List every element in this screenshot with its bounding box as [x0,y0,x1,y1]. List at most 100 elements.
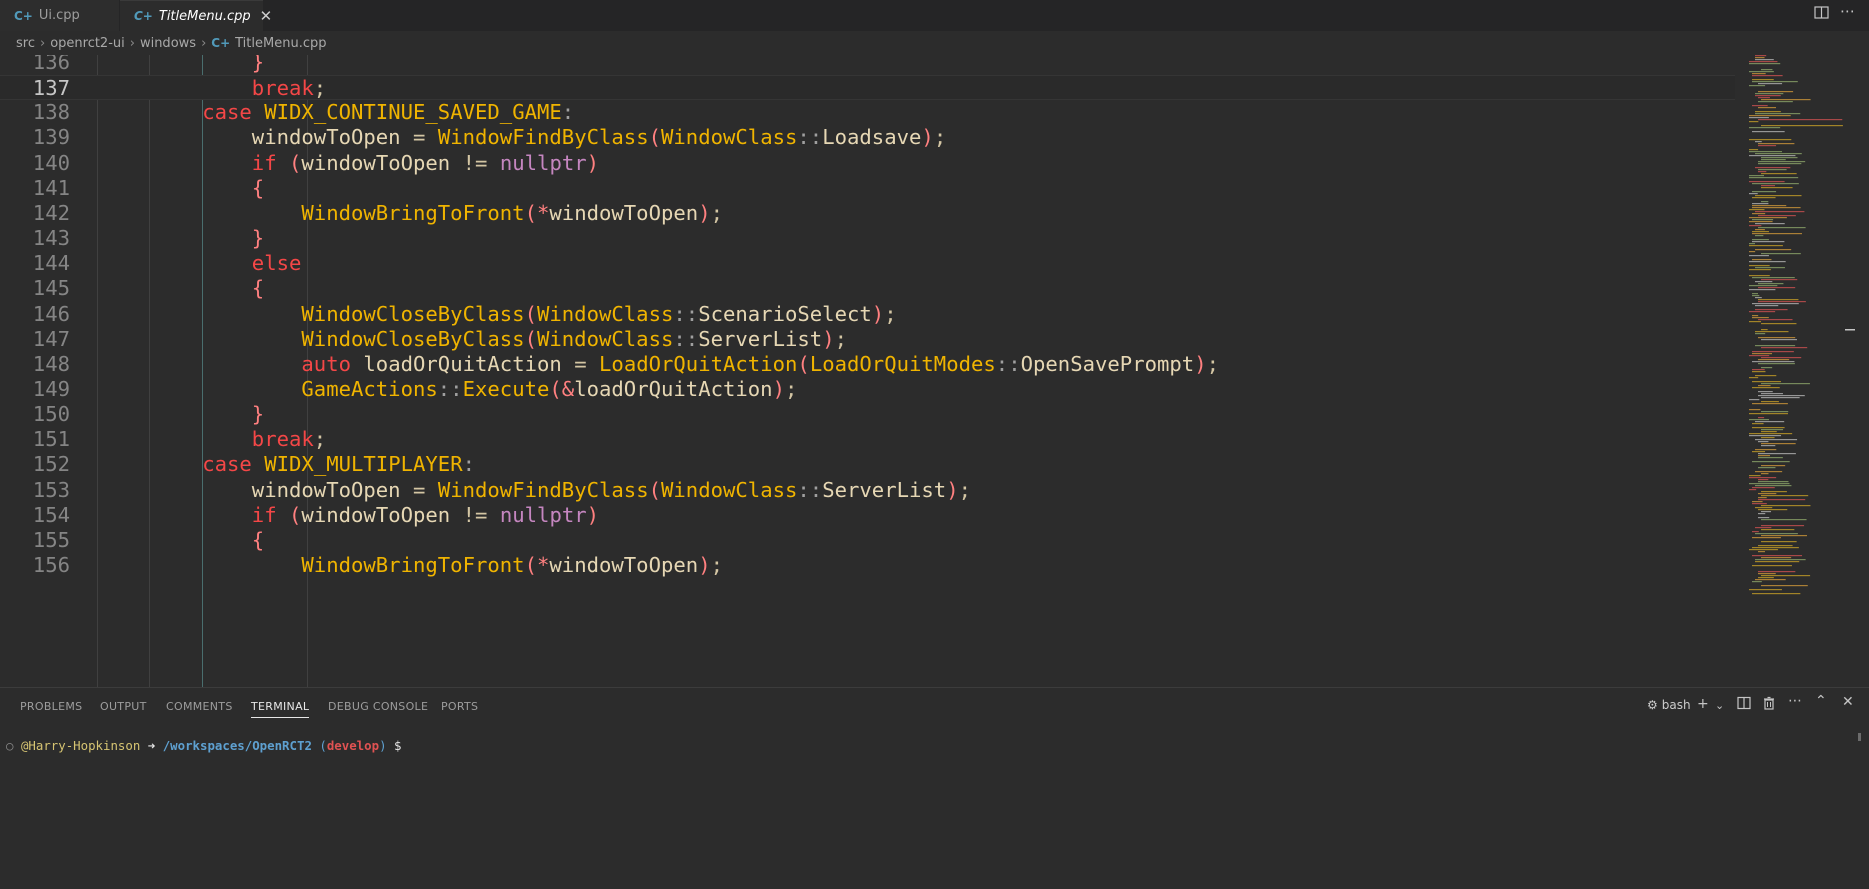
minimap-line [1761,491,1787,493]
line-code: GameActions::Execute(&loadOrQuitAction); [301,376,798,401]
split-terminal-icon[interactable] [1737,696,1751,714]
terminal-selector[interactable]: ⚙ bash [1647,698,1691,712]
minimap-line [1761,529,1795,531]
line-code: auto loadOrQuitAction = LoadOrQuitAction… [301,351,1220,376]
breadcrumb-windows[interactable]: windows [140,36,196,51]
minimap-line [1755,305,1779,307]
code-line[interactable]: 143 } [0,226,1735,251]
line-number[interactable]: 152 [0,452,70,477]
terminal-user: @Harry-Hopkinson [20,738,141,753]
code-line[interactable]: 137 break; [0,75,1735,101]
code-line[interactable]: 150 } [0,402,1735,427]
maximize-panel-icon[interactable]: ⌃ [1815,693,1827,709]
line-number[interactable]: 142 [0,201,70,226]
terminal-scrollbar[interactable] [1858,733,1861,741]
code-line[interactable]: 145 { [0,276,1735,301]
minimap-line [1755,507,1773,509]
line-number[interactable]: 149 [0,377,70,402]
minimap-line [1749,63,1781,65]
tab-comments[interactable]: COMMENTS [166,700,233,713]
code-line[interactable]: 152 case WIDX_MULTIPLAYER: [0,452,1735,477]
line-number[interactable]: 154 [0,503,70,528]
line-number[interactable]: 141 [0,176,70,201]
minimap-line [1749,151,1783,153]
minimap-line [1761,437,1775,439]
tab-ports[interactable]: PORTS [441,700,478,713]
code-line[interactable]: 154 if (windowToOpen != nullptr) [0,503,1735,528]
close-icon[interactable]: ✕ [260,7,273,25]
minimap-line [1752,131,1785,133]
code-line[interactable]: 151 break; [0,427,1735,452]
tab-titlemenu-cpp[interactable]: C+ TitleMenu.cpp ✕ [120,0,272,31]
code-line[interactable]: 144 else [0,251,1735,276]
tab-terminal[interactable]: TERMINAL [251,700,310,718]
minimap-line [1758,171,1767,173]
line-number[interactable]: 144 [0,251,70,276]
minimap-line [1749,355,1770,357]
minimap-line [1761,173,1797,175]
code-line[interactable]: 142 WindowBringToFront(*windowToOpen); [0,201,1735,226]
minimap-line [1758,467,1776,469]
tab-debug-console[interactable]: DEBUG CONSOLE [328,700,428,713]
code-editor[interactable]: 136 } 137 break; 138 case WIDX_CONTINUE_SA… [0,55,1869,687]
code-line[interactable]: 141 { [0,176,1735,201]
add-terminal-icon[interactable]: + [1697,696,1709,712]
close-icon[interactable]: ✕ [1842,694,1854,710]
code-line[interactable]: 136 } [0,55,1735,75]
line-number[interactable]: 138 [0,100,70,125]
code-line[interactable]: 138 case WIDX_CONTINUE_SAVED_GAME: [0,100,1735,125]
chevron-down-icon[interactable]: ⌄ [1715,699,1724,712]
line-number[interactable]: 139 [0,125,70,150]
code-line[interactable]: 156 WindowBringToFront(*windowToOpen); [0,553,1735,578]
minimap-line [1749,435,1782,437]
minimap-line [1761,393,1783,395]
line-code: case WIDX_MULTIPLAYER: [202,452,476,477]
line-number[interactable]: 147 [0,327,70,352]
cpp-file-icon: C+ [211,36,231,50]
minimap-line [1755,229,1765,231]
more-actions-icon[interactable]: ⋯ [1840,2,1855,20]
minimap-line [1755,485,1792,487]
minimap-line [1761,445,1776,447]
minimap-line [1755,223,1785,225]
line-number[interactable]: 156 [0,553,70,578]
minimap-line [1749,399,1760,401]
code-line[interactable]: 146 WindowCloseByClass(WindowClass::Scen… [0,302,1735,327]
line-number[interactable]: 140 [0,151,70,176]
minimap-line [1761,465,1786,467]
tab-output[interactable]: OUTPUT [100,700,147,713]
chevron-right-icon: › [39,35,46,51]
line-number[interactable]: 146 [0,302,70,327]
line-number[interactable]: 150 [0,402,70,427]
line-number[interactable]: 148 [0,352,70,377]
split-editor-icon[interactable] [1814,5,1829,24]
code-line[interactable]: 148 auto loadOrQuitAction = LoadOrQuitAc… [0,352,1735,377]
code-line[interactable]: 140 if (windowToOpen != nullptr) [0,151,1735,176]
code-line[interactable]: 149 GameActions::Execute(&loadOrQuitActi… [0,377,1735,402]
tab-problems[interactable]: PROBLEMS [20,700,82,713]
minimap-line [1761,585,1808,587]
breadcrumb-file[interactable]: TitleMenu.cpp [235,36,326,51]
minimap[interactable] [1745,55,1855,635]
tab-ui-cpp[interactable]: C+ Ui.cpp [0,0,120,31]
minimap-line [1761,347,1808,349]
cpp-file-icon: C+ [134,9,153,23]
line-number[interactable]: 155 [0,528,70,553]
line-number[interactable]: 136 [0,55,70,75]
breadcrumb-src[interactable]: src [16,36,35,51]
minimap-line [1761,201,1769,203]
code-line[interactable]: 147 WindowCloseByClass(WindowClass::Serv… [0,327,1735,352]
more-actions-icon[interactable]: ⋯ [1788,693,1802,709]
arrow-icon: ➜ [147,738,156,753]
line-number[interactable]: 143 [0,226,70,251]
code-line[interactable]: 153 windowToOpen = WindowFindByClass(Win… [0,478,1735,503]
breadcrumb-openrct2-ui[interactable]: openrct2-ui [50,36,125,51]
code-line[interactable]: 155 { [0,528,1735,553]
line-number[interactable]: 153 [0,478,70,503]
line-number[interactable]: 137 [0,76,70,101]
line-number[interactable]: 145 [0,276,70,301]
trash-icon[interactable] [1762,696,1776,714]
line-number[interactable]: 151 [0,427,70,452]
terminal-prompt[interactable]: ○ @Harry-Hopkinson ➜ /workspaces/OpenRCT… [6,738,401,753]
code-line[interactable]: 139 windowToOpen = WindowFindByClass(Win… [0,125,1735,150]
